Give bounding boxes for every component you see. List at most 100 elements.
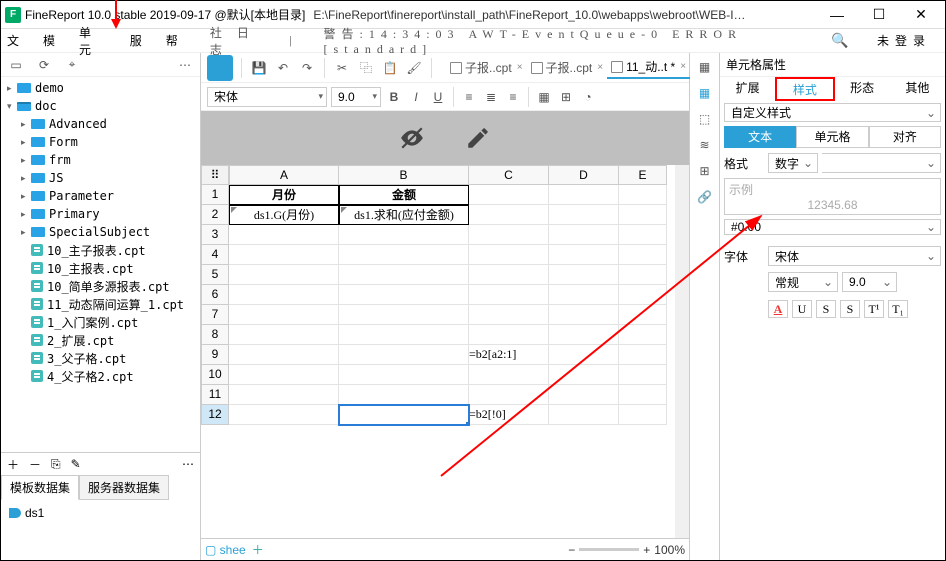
shadow-button[interactable]: S	[840, 300, 860, 318]
fontname-select[interactable]: 宋体	[768, 246, 941, 266]
sheet-tab[interactable]: ▢ shee	[205, 543, 246, 557]
maximize-button[interactable]: ☐	[859, 4, 899, 26]
row-header[interactable]: 10	[201, 365, 229, 385]
menu-file[interactable]: 文	[7, 32, 25, 49]
tree-file[interactable]: 2_扩展.cpt	[1, 331, 200, 349]
sup-button[interactable]: T¹	[864, 300, 884, 318]
edit-ds-icon[interactable]: ✎	[71, 457, 81, 471]
file-tab[interactable]: 子报..cpt×	[527, 57, 608, 79]
row-header[interactable]: 4	[201, 245, 229, 265]
subtab-cell[interactable]: 单元格	[796, 126, 868, 148]
tree-file[interactable]: 10_简单多源报表.cpt	[1, 277, 200, 295]
col-header-d[interactable]: D	[549, 165, 619, 185]
align-left-icon[interactable]: ≡	[460, 88, 478, 106]
login-state[interactable]: 未登录	[877, 32, 931, 49]
tree-folder[interactable]: ▸frm	[1, 151, 200, 169]
more-icon[interactable]: ⋯	[176, 56, 194, 74]
col-header-b[interactable]: B	[339, 165, 469, 185]
app-icon[interactable]	[207, 55, 233, 81]
tree-doc[interactable]: ▾doc	[1, 97, 200, 115]
side-icon-5[interactable]: ⊞	[695, 161, 715, 181]
add-ds-icon[interactable]: ＋	[7, 456, 19, 473]
tree-folder[interactable]: ▸SpecialSubject	[1, 223, 200, 241]
fontcolor-button[interactable]: A	[768, 300, 788, 318]
tree-folder[interactable]: ▸Parameter	[1, 187, 200, 205]
format-select-full[interactable]	[822, 153, 941, 173]
subtab-align[interactable]: 对齐	[869, 126, 941, 148]
new-file-icon[interactable]: ▭	[7, 56, 25, 74]
add-sheet-icon[interactable]: ＋	[252, 541, 264, 558]
row-header[interactable]: 6	[201, 285, 229, 305]
zoom-in-icon[interactable]: +	[643, 543, 650, 557]
tree-file[interactable]: 10_主报表.cpt	[1, 259, 200, 277]
rtab-other[interactable]: 其他	[890, 77, 945, 101]
format-select[interactable]: 数字	[768, 153, 818, 173]
cells[interactable]: 月份ds1.G(月份)金额ds1.求和(应付金额)=b2[a2:1]=b2[!0…	[229, 185, 675, 538]
bold-button[interactable]: B	[385, 88, 403, 106]
tree-folder[interactable]: ▸JS	[1, 169, 200, 187]
tree-folder[interactable]: ▸Form	[1, 133, 200, 151]
col-header-a[interactable]: A	[229, 165, 339, 185]
rtab-expand[interactable]: 扩展	[720, 77, 775, 101]
copy-ds-icon[interactable]: ⎘	[51, 457, 61, 472]
row-header[interactable]: 2	[201, 205, 229, 225]
side-icon-3[interactable]: ⬚	[695, 109, 715, 129]
file-tab-active[interactable]: 11_动..t *×	[607, 57, 690, 79]
fontstyle-select[interactable]: 常规	[768, 272, 838, 292]
row-header[interactable]: 7	[201, 305, 229, 325]
ds-item[interactable]: ds1	[9, 504, 192, 522]
fontsize-select2[interactable]: 9.0	[842, 272, 897, 292]
menu-server[interactable]: 服	[130, 32, 148, 49]
zoom-out-icon[interactable]: −	[568, 543, 575, 557]
link-icon[interactable]: 🔗	[695, 187, 715, 207]
color-icon[interactable]: ◔	[579, 88, 597, 106]
file-tab[interactable]: 子报..cpt×	[446, 57, 527, 79]
copy-icon[interactable]: ⿻	[357, 59, 375, 77]
align-center-icon[interactable]: ≣	[482, 88, 500, 106]
row-header[interactable]: 8	[201, 325, 229, 345]
grid[interactable]: ⠿ A B C D E 1 2 3 4 5 6 7 8 9	[201, 165, 689, 538]
rtab-form[interactable]: 形态	[835, 77, 890, 101]
tree-file[interactable]: 10_主子报表.cpt	[1, 241, 200, 259]
border-icon[interactable]: ▦	[535, 88, 553, 106]
tab-template-ds[interactable]: 模板数据集	[1, 475, 79, 500]
tree-file[interactable]: 11_动态隔间运算_1.cpt	[1, 295, 200, 313]
minimize-button[interactable]: —	[817, 4, 857, 26]
side-icon-1[interactable]: ▦	[695, 57, 715, 77]
align-right-icon[interactable]: ≡	[504, 88, 522, 106]
tab-server-ds[interactable]: 服务器数据集	[79, 475, 169, 500]
rtab-style[interactable]: 样式	[775, 77, 834, 101]
pattern-select[interactable]: #0.00	[724, 219, 941, 235]
redo-icon[interactable]: ↷	[298, 59, 316, 77]
menu-template[interactable]: 模	[43, 32, 61, 49]
row-header[interactable]: 3	[201, 225, 229, 245]
side-icon-4[interactable]: ≋	[695, 135, 715, 155]
tree-file[interactable]: 4_父子格2.cpt	[1, 367, 200, 385]
save-icon[interactable]: 💾	[250, 59, 268, 77]
row-header[interactable]: 9	[201, 345, 229, 365]
tree-folder[interactable]: ▸Advanced	[1, 115, 200, 133]
menu-help[interactable]: 帮	[166, 32, 184, 49]
row-header-selected[interactable]: 12	[201, 405, 229, 425]
tree-file[interactable]: 1_入门案例.cpt	[1, 313, 200, 331]
col-header-e[interactable]: E	[619, 165, 667, 185]
row-header[interactable]: 1	[201, 185, 229, 205]
underline-button2[interactable]: U	[792, 300, 812, 318]
sub-button[interactable]: T₁	[888, 300, 908, 318]
fontsize-select[interactable]: 9.0	[331, 87, 381, 107]
tree-folder[interactable]: ▸Primary	[1, 205, 200, 223]
strike-button[interactable]: S	[816, 300, 836, 318]
merge-icon[interactable]: ⊞	[557, 88, 575, 106]
search-icon[interactable]: 🔍	[829, 32, 851, 49]
ds-more-icon[interactable]: ⋯	[182, 457, 194, 471]
tree-demo[interactable]: ▸demo	[1, 79, 200, 97]
tree-file[interactable]: 3_父子格.cpt	[1, 349, 200, 367]
locate-icon[interactable]: ⌖	[63, 56, 81, 74]
row-header[interactable]: 5	[201, 265, 229, 285]
brush-icon[interactable]: 🖌	[405, 59, 423, 77]
close-button[interactable]: ✕	[901, 4, 941, 26]
vertical-scrollbar[interactable]	[675, 165, 689, 538]
italic-button[interactable]: I	[407, 88, 425, 106]
param-bar[interactable]	[201, 111, 689, 165]
cut-icon[interactable]: ✂	[333, 59, 351, 77]
